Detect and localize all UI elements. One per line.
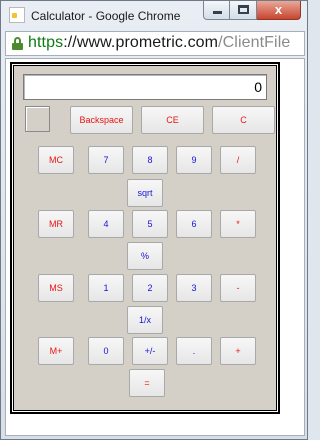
key-0[interactable]: 0 (88, 337, 124, 365)
key-9[interactable]: 9 (176, 146, 212, 174)
key-divide[interactable]: / (220, 146, 256, 174)
browser-window: Calculator - Google Chrome x https://www… (0, 0, 308, 440)
url-text: https://www.prometric.com/ClientFile (28, 34, 290, 52)
memory-clear-button[interactable]: MC (38, 146, 74, 174)
key-percent[interactable]: % (127, 242, 163, 270)
key-multiply[interactable]: * (220, 210, 256, 238)
key-reciprocal[interactable]: 1/x (127, 306, 163, 334)
key-sign[interactable]: +/- (132, 337, 168, 365)
title-bar: Calculator - Google Chrome x (1, 1, 307, 31)
key-sqrt[interactable]: sqrt (127, 179, 163, 207)
app-icon (9, 7, 25, 23)
maximize-icon (238, 5, 249, 14)
key-4[interactable]: 4 (88, 210, 124, 238)
backspace-button[interactable]: Backspace (70, 106, 133, 134)
maximize-button[interactable] (230, 1, 257, 20)
key-plus[interactable]: + (220, 337, 256, 365)
key-3[interactable]: 3 (176, 274, 212, 302)
clear-button[interactable]: C (212, 106, 275, 134)
minimize-button[interactable] (203, 1, 230, 20)
key-decimal[interactable]: . (176, 337, 212, 365)
key-1[interactable]: 1 (88, 274, 124, 302)
url-host: ://www.prometric.com (63, 34, 219, 51)
memory-add-button[interactable]: M+ (38, 337, 74, 365)
url-scheme: https (28, 34, 64, 51)
calculator-frame: 0 Backspace CE C MC 7 8 9 / sqrt MR 4 5 … (10, 62, 280, 414)
window-controls: x (203, 1, 301, 21)
address-bar[interactable]: https://www.prometric.com/ClientFile (5, 31, 305, 56)
clear-entry-button[interactable]: CE (141, 106, 204, 134)
key-8[interactable]: 8 (132, 146, 168, 174)
memory-store-button[interactable]: MS (38, 274, 74, 302)
calculator-display: 0 (23, 74, 267, 100)
calculator-panel: 0 Backspace CE C MC 7 8 9 / sqrt MR 4 5 … (13, 65, 277, 411)
lock-icon (12, 37, 23, 50)
page-content: 0 Backspace CE C MC 7 8 9 / sqrt MR 4 5 … (5, 58, 305, 436)
close-icon: x (274, 2, 283, 17)
key-2[interactable]: 2 (132, 274, 168, 302)
key-minus[interactable]: - (220, 274, 256, 302)
close-button[interactable]: x (257, 1, 301, 20)
minimize-icon (213, 11, 222, 14)
key-equals[interactable]: = (129, 369, 165, 397)
url-path: /ClientFile (218, 34, 291, 51)
memory-indicator (25, 106, 50, 132)
key-7[interactable]: 7 (88, 146, 124, 174)
key-5[interactable]: 5 (132, 210, 168, 238)
memory-recall-button[interactable]: MR (38, 210, 74, 238)
window-title: Calculator - Google Chrome (31, 9, 181, 23)
key-6[interactable]: 6 (176, 210, 212, 238)
